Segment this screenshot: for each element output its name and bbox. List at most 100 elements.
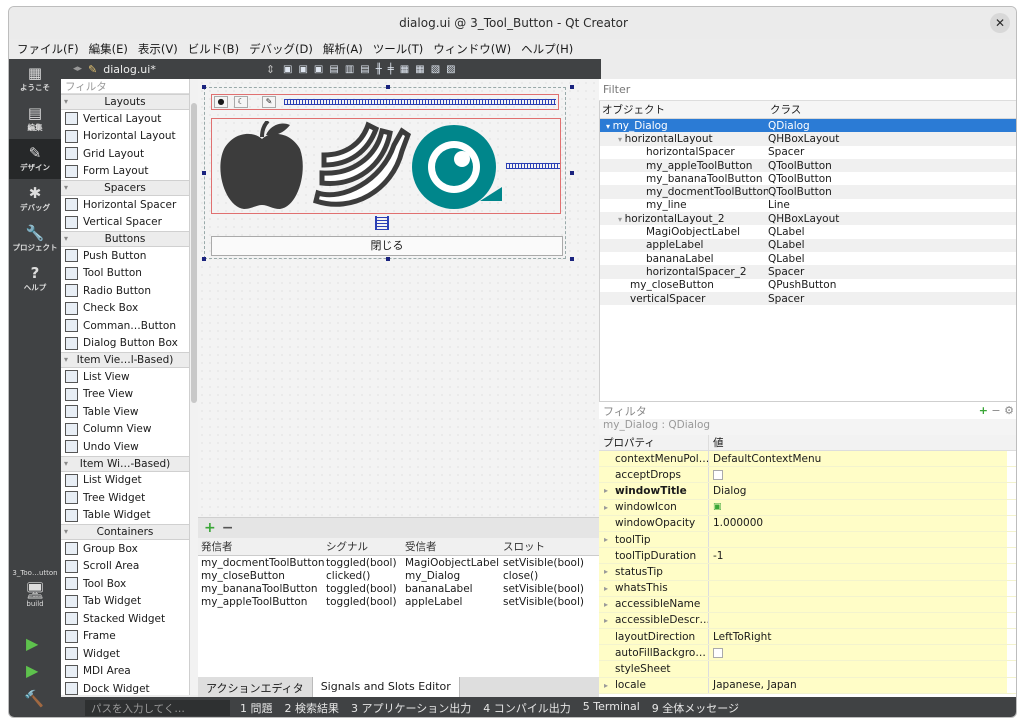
connection-cell[interactable]: toggled(bool)	[323, 583, 402, 595]
object-row[interactable]: ▾ my_Dialog QDialog	[600, 119, 1016, 133]
document-switch-icon[interactable]: ⇕	[266, 63, 275, 76]
connection-cell[interactable]: setVisible(bool)	[500, 583, 604, 595]
property-row[interactable]: statusTip	[599, 564, 1016, 581]
menu-item[interactable]: 表示(V)	[138, 41, 178, 57]
resize-handle[interactable]	[386, 257, 390, 261]
property-row[interactable]: contextMenuPol… DefaultContextMenu	[599, 451, 1016, 468]
widget-category[interactable]: Spacers	[61, 180, 189, 196]
connection-row[interactable]: my_bananaToolButton toggled(bool) bananaLa…	[198, 582, 606, 595]
mode-button[interactable]: 🔧 プロジェクト	[9, 219, 61, 259]
mode-button[interactable]: ✱ デバッグ	[9, 179, 61, 219]
layout-vertical-icon[interactable]: ▤	[360, 64, 369, 75]
layout-form-icon[interactable]: ▦	[415, 64, 424, 75]
widget-item[interactable]: Tree View	[61, 386, 189, 404]
mode-button[interactable]: ✎ デザイン	[9, 139, 61, 179]
property-value[interactable]	[709, 564, 1007, 580]
column-class[interactable]: クラス	[768, 102, 1008, 117]
property-value[interactable]	[709, 467, 1007, 483]
widget-item[interactable]: Comman…Button	[61, 317, 189, 335]
connection-cell[interactable]: toggled(bool)	[323, 557, 402, 569]
edit-widgets-icon[interactable]: ▣	[283, 64, 292, 75]
nav-arrow-icon[interactable]: ◂▸	[73, 64, 82, 74]
connection-cell[interactable]: toggled(bool)	[323, 596, 402, 608]
resize-handle[interactable]	[202, 85, 206, 89]
property-value[interactable]: ▣	[709, 499, 1007, 515]
property-row[interactable]: layoutDirection LeftToRight	[599, 629, 1016, 646]
menu-item[interactable]: ツール(T)	[373, 41, 424, 57]
widget-item[interactable]: Form Layout	[61, 163, 189, 181]
object-row[interactable]: my_bananaToolButton QToolButton	[600, 172, 1016, 185]
apple-tool-button[interactable]: ●	[214, 96, 228, 108]
connection-cell[interactable]: my_Dialog	[402, 570, 500, 582]
connection-cell[interactable]: my_closeButton	[198, 570, 323, 582]
menu-item[interactable]: ウィンドウ(W)	[433, 41, 511, 57]
property-checkbox[interactable]	[713, 647, 723, 658]
widget-item[interactable]: Check Box	[61, 300, 189, 318]
property-value[interactable]: Dialog	[709, 483, 1007, 499]
resize-handle[interactable]	[570, 257, 574, 261]
mode-button[interactable]: ▤ 編集	[9, 99, 61, 139]
widget-item[interactable]: Column View	[61, 421, 189, 439]
property-row[interactable]: toolTip	[599, 531, 1016, 549]
add-connection-icon[interactable]: +	[204, 520, 216, 536]
kit-selector[interactable]: 3_Too…utton 🖥 build	[9, 569, 61, 608]
object-row[interactable]: appleLabel QLabel	[600, 238, 1016, 252]
property-row[interactable]: windowIcon ▣	[599, 499, 1016, 516]
widget-category[interactable]: Item Vie…l-Based)	[61, 352, 189, 368]
widget-category[interactable]: Buttons	[61, 231, 189, 247]
column-property[interactable]: プロパティ	[599, 435, 709, 450]
object-row[interactable]: MagiOobjectLabel QLabel	[600, 225, 1016, 238]
signals-column-header[interactable]: スロット	[500, 539, 604, 554]
add-property-icon[interactable]: +	[979, 404, 988, 417]
mode-button[interactable]: ? ヘルプ	[9, 259, 61, 299]
property-row[interactable]: windowOpacity 1.000000	[599, 515, 1016, 532]
layout-horizontal-icon[interactable]: ▥	[345, 64, 354, 75]
widget-item[interactable]: Grid Layout	[61, 145, 189, 163]
object-row[interactable]: ▾ horizontalLayout QHBoxLayout	[600, 132, 1016, 146]
resize-handle[interactable]	[570, 85, 574, 89]
configure-icon[interactable]: ⚙	[1004, 404, 1014, 417]
property-row[interactable]: localeJapanese, Japan	[599, 677, 1016, 694]
property-value[interactable]	[709, 596, 1007, 612]
property-value[interactable]	[709, 531, 1007, 548]
property-row[interactable]: accessibleDescr…	[599, 612, 1016, 630]
form-canvas[interactable]: ● ☾ ✎ 閉じる	[198, 79, 606, 517]
layout-grid-icon[interactable]: ▦	[400, 64, 409, 75]
scrollbar-thumb[interactable]	[191, 103, 197, 403]
menu-item[interactable]: ヘルプ(H)	[521, 41, 573, 57]
widget-item[interactable]: MDI Area	[61, 663, 189, 681]
document-tool-button[interactable]: ✎	[262, 96, 276, 108]
dialog-form[interactable]: ● ☾ ✎ 閉じる	[204, 87, 566, 259]
connection-cell[interactable]: close()	[500, 570, 604, 582]
adjust-size-icon[interactable]: ▨	[446, 64, 455, 75]
signals-column-header[interactable]: シグナル	[323, 539, 402, 554]
toolbutton-layout[interactable]: ● ☾ ✎	[211, 94, 559, 110]
connection-cell[interactable]: setVisible(bool)	[500, 557, 604, 569]
property-value[interactable]	[709, 661, 1007, 677]
object-row[interactable]: ▾ horizontalLayout_2 QHBoxLayout	[600, 212, 1016, 226]
connection-cell[interactable]: setVisible(bool)	[500, 596, 604, 608]
widget-item[interactable]: Scroll Area	[61, 558, 189, 576]
property-value[interactable]	[709, 612, 1007, 629]
bottom-tab[interactable]: アクションエディタ	[198, 677, 312, 697]
signals-column-header[interactable]: 発信者	[198, 539, 323, 554]
resize-handle[interactable]	[202, 257, 206, 261]
connection-row[interactable]: my_appleToolButton toggled(bool) appleLabe…	[198, 595, 606, 608]
close-window-button[interactable]: ✕	[990, 13, 1010, 33]
property-row[interactable]: toolTipDuration -1	[599, 548, 1016, 565]
property-checkbox[interactable]	[713, 469, 723, 480]
resize-handle[interactable]	[386, 85, 390, 89]
widget-item[interactable]: Push Button	[61, 247, 189, 265]
property-value[interactable]: 1.000000	[709, 515, 1007, 531]
object-row[interactable]: verticalSpacer Spacer	[600, 291, 1016, 306]
label-layout[interactable]	[211, 118, 561, 214]
column-value[interactable]: 値	[709, 435, 724, 450]
horizontal-spacer-2[interactable]	[506, 163, 560, 169]
property-row[interactable]: accessibleName	[599, 596, 1016, 613]
edit-signals-icon[interactable]: ▣	[298, 64, 307, 75]
property-value[interactable]	[709, 580, 1007, 596]
edit-buddies-icon[interactable]: ▣	[314, 64, 323, 75]
property-value[interactable]	[709, 645, 1007, 661]
property-row[interactable]: styleSheet	[599, 661, 1016, 678]
break-layout-icon[interactable]: ▧	[431, 64, 440, 75]
